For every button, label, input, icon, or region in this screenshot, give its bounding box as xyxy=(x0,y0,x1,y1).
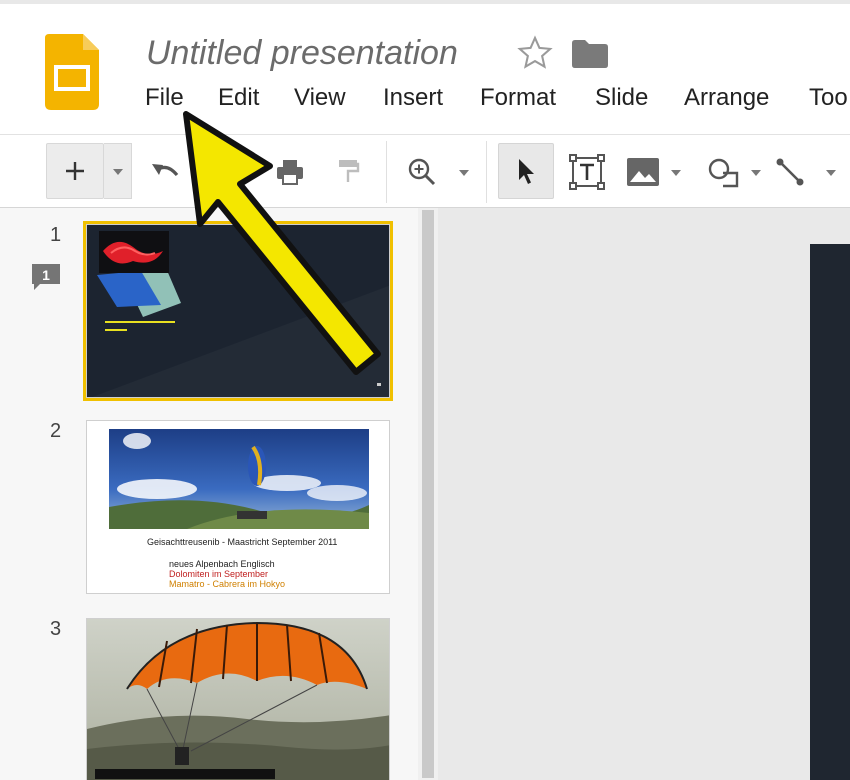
print-button[interactable] xyxy=(270,155,310,189)
header: Untitled presentation File Edit View Ins… xyxy=(0,4,850,132)
image-button[interactable] xyxy=(622,153,664,191)
menu-edit[interactable]: Edit xyxy=(218,84,259,112)
line-dropdown-icon[interactable] xyxy=(826,170,836,176)
menu-view[interactable]: View xyxy=(294,84,346,112)
slide-number: 3 xyxy=(50,618,62,640)
menu-tools[interactable]: Too xyxy=(809,84,848,112)
shape-button[interactable] xyxy=(702,153,744,191)
menu-format[interactable]: Format xyxy=(480,84,556,112)
slide-filmstrip: 1 1 2 Geisachttreusenib - Maastricht Sep… xyxy=(0,208,418,780)
text-box-button[interactable] xyxy=(566,151,608,193)
select-tool-button[interactable] xyxy=(498,143,554,199)
line-button[interactable] xyxy=(770,153,810,191)
plus-icon xyxy=(66,162,84,180)
zoom-icon xyxy=(408,158,436,186)
scrollbar-thumb[interactable] xyxy=(422,210,434,778)
star-icon[interactable] xyxy=(516,34,554,72)
slide-2-caption-line: Mamatro - Cabrera im Hokyo xyxy=(169,579,286,589)
comment-icon[interactable]: 1 xyxy=(30,262,62,292)
menu-bar: File Edit View Insert Format Slide Arran… xyxy=(0,84,850,124)
slide-1-preview xyxy=(87,225,389,397)
line-icon xyxy=(776,158,804,186)
slide-thumbnail-3[interactable] xyxy=(86,618,390,780)
slide-number: 1 xyxy=(50,224,62,246)
new-slide-button[interactable] xyxy=(46,143,104,199)
slide-editor-canvas[interactable] xyxy=(438,208,850,780)
shape-icon xyxy=(708,158,739,188)
current-slide-preview[interactable] xyxy=(810,244,850,780)
print-icon xyxy=(277,160,303,185)
slide-2-caption-line: Dolomiten im September xyxy=(169,569,269,579)
slide-2-caption-line: neues Alpenbach Englisch xyxy=(169,559,275,569)
menu-slide[interactable]: Slide xyxy=(595,84,648,112)
image-icon xyxy=(627,158,659,186)
document-title[interactable]: Untitled presentation xyxy=(146,34,458,73)
text-box-icon xyxy=(569,154,605,190)
comment-count: 1 xyxy=(42,267,50,283)
shape-dropdown-icon[interactable] xyxy=(751,170,761,176)
menu-insert[interactable]: Insert xyxy=(383,84,443,112)
cursor-icon xyxy=(519,159,534,184)
toolbar-divider xyxy=(386,141,387,203)
menu-arrange[interactable]: Arrange xyxy=(684,84,769,112)
slide-number: 2 xyxy=(50,420,62,442)
slide-thumbnail-1[interactable] xyxy=(83,221,393,401)
slide-thumbnail-2[interactable]: Geisachttreusenib - Maastricht September… xyxy=(86,420,390,594)
slide-3-preview xyxy=(87,619,389,780)
new-slide-layout-dropdown[interactable] xyxy=(104,143,132,199)
slide-2-caption-title: Geisachttreusenib - Maastricht September… xyxy=(147,537,338,547)
folder-icon[interactable] xyxy=(572,40,608,68)
paint-format-button[interactable] xyxy=(330,155,366,189)
zoom-dropdown-icon[interactable] xyxy=(459,170,469,176)
undo-button[interactable] xyxy=(146,155,186,189)
paint-format-icon xyxy=(339,160,360,182)
menu-file[interactable]: File xyxy=(145,84,184,112)
toolbar xyxy=(0,134,850,208)
chevron-down-icon xyxy=(113,169,123,175)
zoom-button[interactable] xyxy=(402,153,442,191)
image-dropdown-icon[interactable] xyxy=(671,170,681,176)
filmstrip-scrollbar[interactable] xyxy=(418,208,438,780)
undo-icon xyxy=(152,164,179,177)
toolbar-divider xyxy=(486,141,487,203)
